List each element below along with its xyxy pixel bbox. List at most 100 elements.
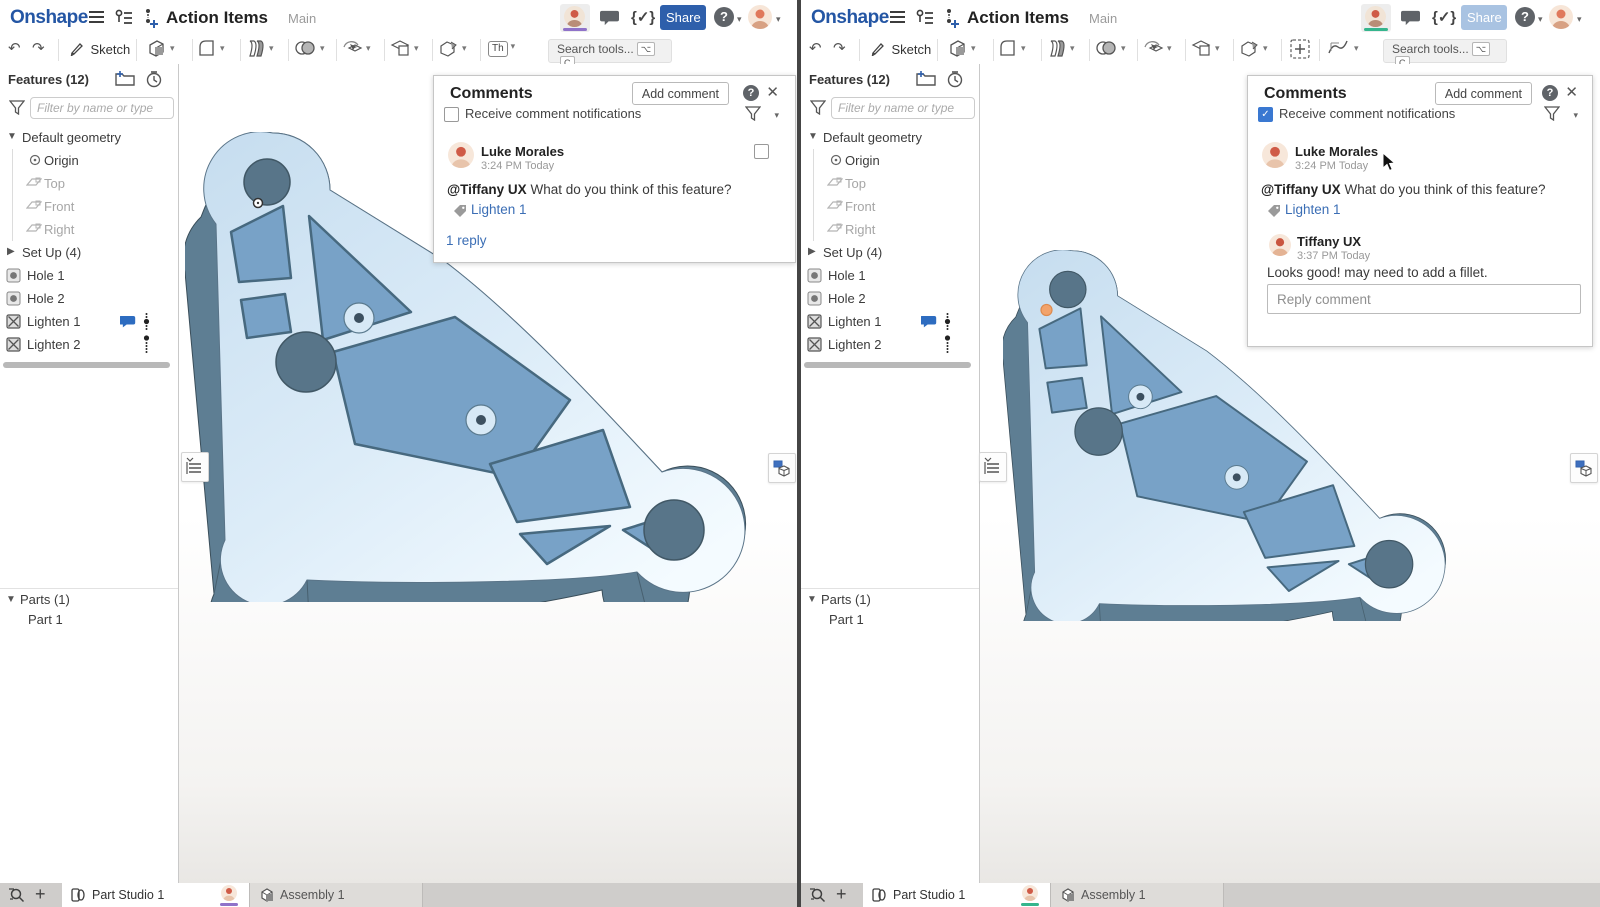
chevron-right-icon[interactable]: ▶: [7, 246, 15, 257]
notifications-checkbox[interactable]: [444, 107, 459, 122]
shell-tool-button[interactable]: ▾: [1046, 38, 1075, 62]
hamburger-icon[interactable]: [889, 9, 906, 30]
tab-part-studio[interactable]: Part Studio 1: [62, 883, 250, 907]
notifications-checkbox-checked[interactable]: ✓: [1258, 107, 1273, 122]
transform-tool-button[interactable]: ▾: [341, 38, 371, 62]
tab-assembly[interactable]: Assembly 1: [250, 883, 423, 907]
tree-group-set-up[interactable]: ▶Set Up (4): [0, 241, 178, 264]
history-clock-icon[interactable]: [946, 70, 964, 93]
tab-search-icon[interactable]: [7, 886, 27, 907]
feature-script-icon[interactable]: {✓}: [1432, 8, 1456, 26]
tree-item-origin[interactable]: Origin: [801, 149, 979, 172]
tree-item-lighten-1[interactable]: Lighten 1: [801, 310, 979, 333]
sketch-button[interactable]: Sketch: [70, 41, 130, 63]
insert-plus-tool-button[interactable]: [1289, 38, 1311, 62]
account-avatar[interactable]: [1549, 5, 1573, 29]
transform-tool-button[interactable]: ▾: [1142, 38, 1172, 62]
features-scrollbar[interactable]: [804, 362, 971, 368]
tree-group-default-geometry[interactable]: ▼Default geometry: [801, 126, 979, 149]
chevron-down-icon[interactable]: ▼: [808, 131, 818, 142]
account-avatar[interactable]: [748, 5, 772, 29]
tree-item-lighten-2[interactable]: Lighten 2: [0, 333, 178, 356]
tree-item-hole-2[interactable]: Hole 2: [0, 287, 178, 310]
comments-filter-caret-icon[interactable]: ▾: [1573, 110, 1578, 121]
feature-script-icon[interactable]: {✓}: [631, 8, 655, 26]
redo-icon[interactable]: ↷: [32, 39, 45, 61]
tree-item-hole-1[interactable]: Hole 1: [801, 264, 979, 287]
hamburger-icon[interactable]: [88, 9, 105, 30]
follow-user-icon[interactable]: [943, 7, 963, 33]
tree-item-front-plane[interactable]: Front: [0, 195, 178, 218]
view-cube-toggle[interactable]: [1570, 453, 1598, 483]
comment-feature-tag[interactable]: Lighten 1: [1285, 202, 1341, 217]
share-button-disabled[interactable]: Share: [1461, 5, 1507, 30]
undo-icon[interactable]: ↶: [809, 39, 822, 61]
view-cube-toggle[interactable]: [768, 453, 796, 483]
fillet-tool-button[interactable]: ▾: [196, 38, 225, 62]
tree-item-top-plane[interactable]: Top: [801, 172, 979, 195]
parts-header[interactable]: Parts (1): [821, 592, 871, 607]
new-tab-plus-icon[interactable]: +: [836, 884, 847, 905]
presence-avatar[interactable]: [1361, 4, 1391, 32]
redo-icon[interactable]: ↷: [833, 39, 846, 61]
mirror-tool-button[interactable]: ▾: [1238, 38, 1268, 62]
new-tab-plus-icon[interactable]: +: [35, 884, 46, 905]
thicken-tool-button[interactable]: Th▾: [488, 38, 515, 62]
tree-group-default-geometry[interactable]: ▼Default geometry: [0, 126, 178, 149]
tab-part-studio[interactable]: Part Studio 1: [863, 883, 1051, 907]
extrude-tool-button[interactable]: ▾: [146, 38, 175, 62]
follow-user-icon[interactable]: [142, 7, 162, 33]
filter-funnel-icon[interactable]: [9, 100, 25, 120]
rollback-handle-icon[interactable]: [142, 312, 151, 334]
boolean-tool-button[interactable]: ▾: [1094, 38, 1126, 62]
folder-add-icon[interactable]: [115, 70, 135, 91]
folder-add-icon[interactable]: [916, 70, 936, 91]
comments-filter-funnel-icon[interactable]: [745, 106, 761, 126]
sketch-button[interactable]: Sketch: [871, 41, 931, 63]
versions-icon[interactable]: [114, 8, 134, 32]
boolean-tool-button[interactable]: ▾: [293, 38, 325, 62]
fillet-tool-button[interactable]: ▾: [997, 38, 1026, 62]
chevron-right-icon[interactable]: ▶: [808, 246, 816, 257]
reply-comment-input[interactable]: [1267, 284, 1581, 314]
undo-icon[interactable]: ↶: [8, 39, 21, 61]
tree-group-set-up[interactable]: ▶Set Up (4): [801, 241, 979, 264]
rollback-handle-icon[interactable]: [142, 335, 151, 357]
filter-funnel-icon[interactable]: [810, 100, 826, 120]
features-filter-input[interactable]: [30, 97, 174, 119]
versions-icon[interactable]: [915, 8, 935, 32]
surface-tool-button[interactable]: ▾: [1327, 38, 1359, 62]
features-scrollbar[interactable]: [3, 362, 170, 368]
account-caret-icon[interactable]: ▾: [1577, 14, 1582, 25]
tree-item-front-plane[interactable]: Front: [801, 195, 979, 218]
replies-link[interactable]: 1 reply: [446, 233, 487, 248]
tree-item-top-plane[interactable]: Top: [0, 172, 178, 195]
tree-item-hole-1[interactable]: Hole 1: [0, 264, 178, 287]
tree-item-lighten-1[interactable]: Lighten 1: [0, 310, 178, 333]
shell-tool-button[interactable]: ▾: [245, 38, 274, 62]
tab-search-icon[interactable]: [808, 886, 828, 907]
extrude-tool-button[interactable]: ▾: [947, 38, 976, 62]
help-icon[interactable]: ?: [714, 7, 734, 27]
help-icon[interactable]: ?: [1542, 85, 1558, 101]
chevron-down-icon[interactable]: ▼: [807, 594, 817, 605]
tree-item-right-plane[interactable]: Right: [0, 218, 178, 241]
comment-indicator-icon[interactable]: [120, 315, 137, 332]
help-caret-icon[interactable]: ▾: [737, 14, 742, 25]
presence-avatar[interactable]: [560, 4, 590, 32]
comments-filter-funnel-icon[interactable]: [1544, 106, 1560, 126]
close-icon[interactable]: ✕: [766, 83, 779, 101]
parts-header[interactable]: Parts (1): [20, 592, 70, 607]
help-icon[interactable]: ?: [1515, 7, 1535, 27]
help-icon[interactable]: ?: [743, 85, 759, 101]
split-tool-button[interactable]: ▾: [1190, 38, 1220, 62]
resolve-checkbox[interactable]: [754, 144, 769, 159]
chevron-down-icon[interactable]: ▼: [6, 594, 16, 605]
comments-toggle-icon[interactable]: [1401, 9, 1423, 33]
search-tools-input[interactable]: Search tools...⌥C: [548, 39, 672, 63]
tree-item-right-plane[interactable]: Right: [801, 218, 979, 241]
share-button[interactable]: Share: [660, 5, 706, 30]
add-comment-button[interactable]: Add comment: [1435, 82, 1532, 105]
chevron-down-icon[interactable]: ▼: [7, 131, 17, 142]
features-filter-input[interactable]: [831, 97, 975, 119]
